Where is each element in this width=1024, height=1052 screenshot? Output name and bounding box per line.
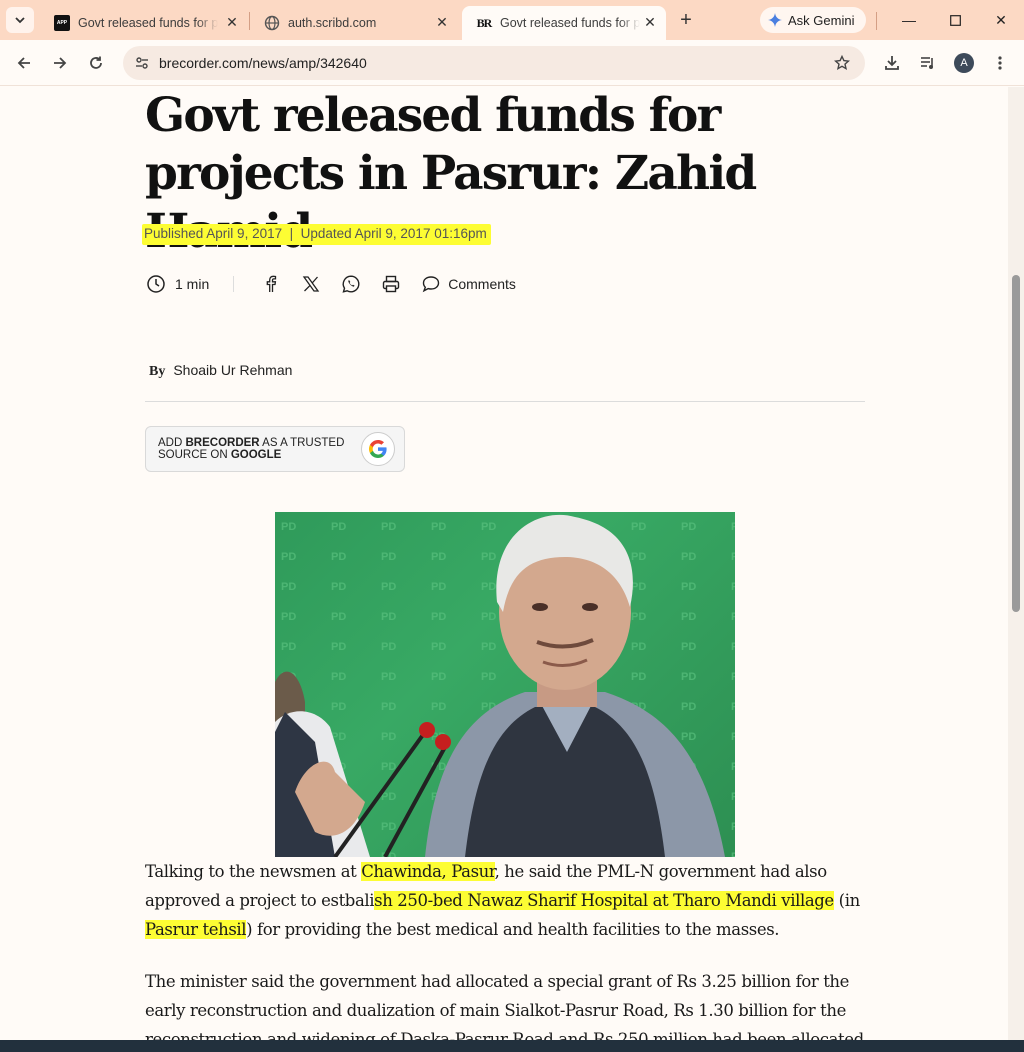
whatsapp-icon[interactable] xyxy=(340,273,362,295)
tab-title: auth.scribd.com xyxy=(288,16,377,30)
comment-icon[interactable] xyxy=(420,273,442,295)
divider xyxy=(145,401,865,402)
globe-icon xyxy=(264,15,280,31)
more-vertical-icon xyxy=(998,56,1002,70)
article-paragraph-2: The minister said the government had all… xyxy=(145,972,864,1040)
tab-title: Govt released funds for pr xyxy=(500,16,640,30)
chevron-down-icon xyxy=(15,17,25,24)
tab-scribd[interactable]: auth.scribd.com ✕ xyxy=(250,6,458,40)
publish-date-text: Published April 9, 2017 | Updated April … xyxy=(144,226,487,241)
clock-icon xyxy=(145,273,167,295)
forward-button[interactable] xyxy=(46,49,74,77)
google-logo-icon xyxy=(361,432,395,466)
profile-avatar[interactable]: A xyxy=(954,53,974,73)
close-window-button[interactable]: ✕ xyxy=(978,0,1024,40)
reload-button[interactable] xyxy=(82,49,110,77)
page-scrollbar[interactable] xyxy=(1008,87,1024,1040)
browser-toolbar: brecorder.com/news/amp/342640 A xyxy=(0,40,1024,86)
scrollbar-thumb[interactable] xyxy=(1012,275,1020,612)
plus-icon: + xyxy=(680,8,692,31)
site-info-icon[interactable] xyxy=(133,54,151,72)
x-twitter-icon[interactable] xyxy=(300,273,322,295)
trusted-source-text: ADD BRECORDER AS A TRUSTED SOURCE ON GOO… xyxy=(158,437,345,461)
arrow-left-icon xyxy=(17,57,30,69)
facebook-icon[interactable] xyxy=(260,273,282,295)
bookmark-button[interactable] xyxy=(828,49,856,77)
article-photo: PD xyxy=(275,512,735,857)
download-icon xyxy=(885,56,899,70)
url-text[interactable]: brecorder.com/news/amp/342640 xyxy=(159,55,367,71)
tab-title: Govt released funds for pr xyxy=(78,16,218,30)
tab-divider xyxy=(876,12,877,30)
byline-prefix: By xyxy=(149,364,166,379)
read-time: 1 min xyxy=(175,276,210,292)
comments-link[interactable]: Comments xyxy=(448,276,516,292)
close-icon: ✕ xyxy=(995,11,1007,28)
ask-gemini-label: Ask Gemini xyxy=(788,12,855,28)
tab-strip: APP Govt released funds for pr ✕ auth.sc… xyxy=(0,0,1024,40)
article-paragraph-1: Talking to the newsmen at Chawinda, Pasu… xyxy=(145,862,860,939)
star-icon xyxy=(834,55,850,70)
address-bar[interactable]: brecorder.com/news/amp/342640 xyxy=(123,46,865,80)
author-link[interactable]: Shoaib Ur Rehman xyxy=(173,362,292,378)
arrow-right-icon xyxy=(54,57,67,69)
print-icon[interactable] xyxy=(380,273,402,295)
close-icon[interactable]: ✕ xyxy=(640,12,660,32)
back-button[interactable] xyxy=(10,49,38,77)
tab-govt-funds-active[interactable]: BR Govt released funds for pr ✕ xyxy=(462,6,666,40)
menu-button[interactable] xyxy=(986,49,1014,77)
ask-gemini-button[interactable]: Ask Gemini xyxy=(760,7,867,33)
maximize-icon xyxy=(949,14,961,26)
byline: By Shoaib Ur Rehman xyxy=(149,362,292,380)
divider xyxy=(233,276,235,292)
minimize-button[interactable]: — xyxy=(886,0,932,40)
playlist-icon xyxy=(921,57,933,69)
tab-govt-funds-1[interactable]: APP Govt released funds for pr ✕ xyxy=(40,6,248,40)
article-page: Govt released funds for projects in Pasr… xyxy=(0,87,1008,1040)
downloads-button[interactable] xyxy=(878,49,906,77)
maximize-button[interactable] xyxy=(932,0,978,40)
os-taskbar xyxy=(0,1040,1024,1052)
publish-meta: Published April 9, 2017 | Updated April … xyxy=(142,224,491,245)
add-trusted-source-button[interactable]: ADD BRECORDER AS A TRUSTED SOURCE ON GOO… xyxy=(145,426,405,472)
brecorder-logo-icon: BR xyxy=(476,15,493,30)
share-bar: 1 min Comments xyxy=(145,273,516,295)
close-icon[interactable]: ✕ xyxy=(432,12,452,32)
app-logo-icon: APP xyxy=(54,15,70,31)
media-controls-button[interactable] xyxy=(914,49,942,77)
tab-search-button[interactable] xyxy=(6,7,34,33)
reload-icon xyxy=(90,56,102,69)
gemini-sparkle-icon xyxy=(768,13,782,27)
new-tab-button[interactable]: + xyxy=(672,7,700,33)
close-icon[interactable]: ✕ xyxy=(222,12,242,32)
minimize-icon: — xyxy=(902,12,916,28)
